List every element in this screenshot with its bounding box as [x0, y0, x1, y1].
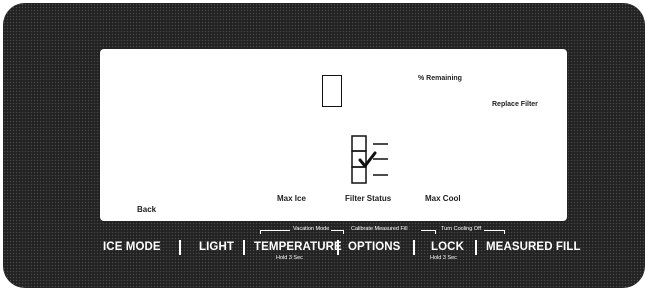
vacation-mode-label: Vacation Mode: [293, 226, 330, 232]
vacation-mode-bracket-tick: [260, 230, 261, 234]
button-divider: [475, 240, 477, 255]
filter-status-checkmark-icon: [351, 135, 388, 184]
button-divider: [179, 240, 181, 255]
digit-segment-upper: [322, 75, 342, 91]
percent-remaining-label: % Remaining: [418, 75, 462, 82]
button-divider: [243, 240, 245, 255]
replace-filter-label: Replace Filter: [492, 101, 538, 108]
options-button[interactable]: OPTIONS: [348, 241, 400, 253]
calibrate-bracket-line-right: [421, 230, 435, 231]
vacation-mode-bracket-line-right: [331, 230, 343, 231]
turn-cooling-bracket-end-tick: [504, 230, 505, 234]
temperature-button[interactable]: TEMPERATURE: [254, 241, 342, 253]
lock-hold-hint: Hold 3 Sec: [430, 255, 457, 261]
light-button[interactable]: LIGHT: [199, 241, 234, 253]
control-panel: % Remaining Replace Filter Back Max Ice …: [3, 3, 645, 288]
back-label: Back: [137, 205, 157, 214]
calibrate-bracket-tick: [343, 230, 344, 234]
vacation-mode-bracket-line: [260, 230, 290, 231]
filter-percent-digit: [322, 75, 342, 107]
temperature-hold-hint: Hold 3 Sec: [276, 255, 303, 261]
button-row: ICE MODE LIGHT TEMPERATURE Hold 3 Sec OP…: [3, 238, 645, 268]
ice-mode-button[interactable]: ICE MODE: [103, 241, 161, 253]
lcd-display: % Remaining Replace Filter Back Max Ice …: [100, 49, 567, 221]
lock-button[interactable]: LOCK: [431, 241, 464, 253]
turn-cooling-bracket-tick: [435, 230, 436, 234]
turn-cooling-bracket-line-right: [484, 230, 504, 231]
max-cool-label: Max Cool: [425, 194, 461, 203]
digit-segment-lower: [322, 90, 342, 107]
filter-status-label: Filter Status: [345, 194, 392, 203]
button-divider: [337, 240, 339, 255]
calibrate-measured-fill-label: Calibrate Measured Fill: [351, 226, 408, 232]
turn-cooling-off-label: Turn Cooling Off: [441, 226, 482, 232]
button-divider: [413, 240, 415, 255]
max-ice-label: Max Ice: [277, 194, 306, 203]
measured-fill-button[interactable]: MEASURED FILL: [486, 241, 581, 253]
